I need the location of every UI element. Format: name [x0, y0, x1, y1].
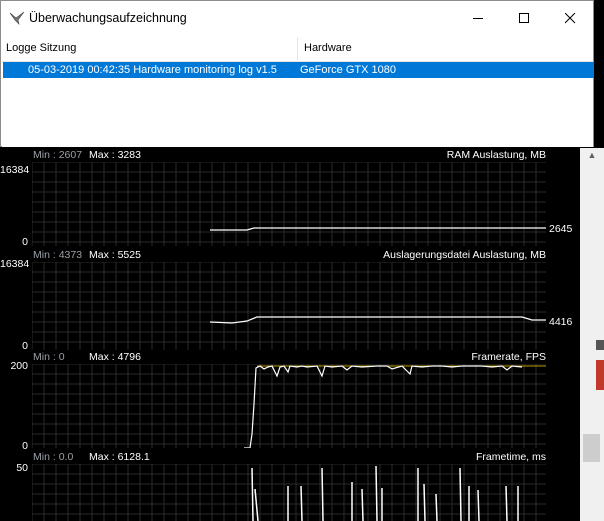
- current-value: 4416: [549, 316, 573, 328]
- max-stat: Max : 3283: [89, 149, 141, 161]
- graph-panel-ram[interactable]: Min : 2607 Max : 3283 RAM Auslastung, MB…: [0, 148, 580, 248]
- axis-min-label: 0: [22, 236, 28, 248]
- close-button[interactable]: [547, 1, 593, 36]
- window-edge-mark: [596, 360, 604, 390]
- framerate-plot: [32, 364, 546, 448]
- log-dialog[interactable]: Überwachungsaufzeichnung Logge Sitzung H…: [0, 0, 594, 147]
- titlebar[interactable]: Überwachungsaufzeichnung: [1, 1, 593, 36]
- minimize-button[interactable]: [455, 1, 501, 36]
- framerate-trace: [244, 365, 523, 448]
- close-icon: [565, 13, 576, 24]
- min-stat: Min : 0: [33, 351, 65, 363]
- max-stat: Max : 6128.1: [89, 451, 150, 463]
- axis-max-label: 200: [10, 360, 28, 372]
- graph-panel-pagefile[interactable]: Min : 4373 Max : 5525 Auslagerungsdatei …: [0, 248, 580, 352]
- max-stat: Max : 5525: [89, 249, 141, 261]
- max-stat: Max : 4796: [89, 351, 141, 363]
- frametime-plot: [32, 464, 546, 521]
- column-header-session[interactable]: Logge Sitzung: [6, 42, 76, 54]
- window-edge-mark: [596, 340, 604, 350]
- graph-title: Auslagerungsdatei Auslastung, MB: [383, 249, 546, 261]
- pagefile-plot: [32, 262, 546, 350]
- maximize-button[interactable]: [501, 1, 547, 36]
- ram-plot: [32, 162, 546, 246]
- grid: [32, 262, 546, 350]
- current-value: 2645: [549, 223, 573, 235]
- list-row[interactable]: 05-03-2019 00:42:35 Hardware monitoring …: [3, 62, 594, 78]
- session-list[interactable]: Logge Sitzung Hardware 05-03-2019 00:42:…: [2, 37, 594, 147]
- maximize-icon: [519, 13, 529, 23]
- app-icon: [9, 11, 25, 25]
- column-header-hardware[interactable]: Hardware: [304, 42, 352, 54]
- graph-panel-frametime[interactable]: Min : 0.0 Max : 6128.1 Frametime, ms 50: [0, 450, 580, 521]
- axis-max-label: 16384: [0, 164, 30, 176]
- min-stat: Min : 0.0: [33, 451, 74, 463]
- graph-area: Min : 2607 Max : 3283 RAM Auslastung, MB…: [0, 148, 580, 521]
- vertical-scrollbar[interactable]: ▲: [580, 148, 604, 521]
- minimize-icon: [473, 18, 483, 19]
- graph-title: Frametime, ms: [475, 451, 546, 463]
- axis-max-label: 16384: [0, 258, 30, 270]
- grid: [32, 364, 546, 448]
- scrollbar-thumb[interactable]: [583, 434, 600, 462]
- min-stat: Min : 2607: [33, 149, 83, 161]
- hardware-cell: GeForce GTX 1080: [300, 64, 396, 76]
- list-header: Logge Sitzung Hardware: [2, 37, 593, 62]
- scroll-up-arrow-icon[interactable]: ▲: [584, 150, 600, 164]
- session-cell: 05-03-2019 00:42:35 Hardware monitoring …: [28, 64, 277, 76]
- axis-max-label: 50: [16, 462, 28, 474]
- graph-panel-framerate[interactable]: Min : 0 Max : 4796 Framerate, FPS 200 0: [0, 350, 580, 452]
- window-title: Überwachungsaufzeichnung: [29, 11, 187, 25]
- column-separator[interactable]: [297, 37, 298, 60]
- graph-title: RAM Auslastung, MB: [446, 149, 546, 161]
- grid: [32, 162, 546, 246]
- min-stat: Min : 4373: [33, 249, 83, 261]
- graph-title: Framerate, FPS: [471, 351, 546, 363]
